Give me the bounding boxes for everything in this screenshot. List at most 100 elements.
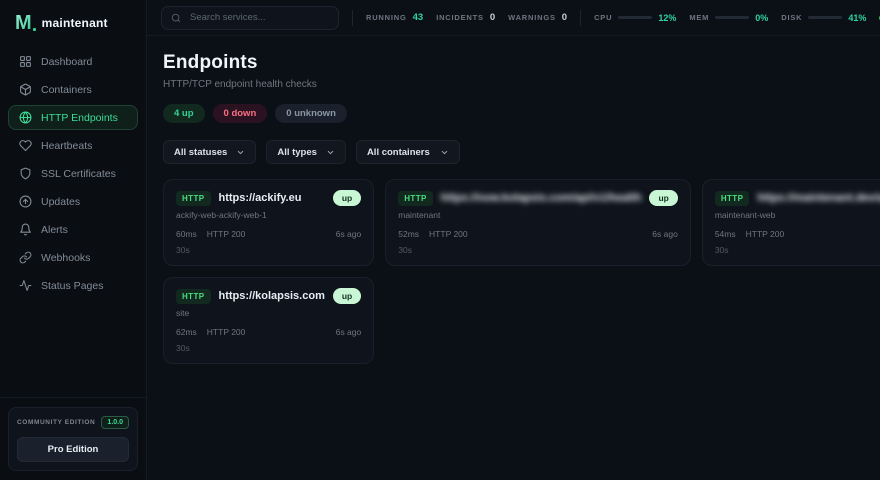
arrow-up-circle-icon <box>19 195 32 208</box>
filters-bar: All statuses All types All containers <box>163 140 864 164</box>
search-icon <box>171 13 181 22</box>
brand-name: maintenant <box>41 16 108 30</box>
sidebar-item-label: Webhooks <box>41 251 91 264</box>
disk-progressbar <box>808 16 843 19</box>
badge-up: 4 up <box>163 104 205 123</box>
resource-disk: DISK 41% <box>781 13 866 23</box>
stat-value: 43 <box>412 12 424 23</box>
stat-label: WARNINGS <box>508 13 556 22</box>
stat-label: RUNNING <box>366 13 407 22</box>
check-interval: 30s <box>176 343 190 353</box>
resource-label: DISK <box>781 13 803 22</box>
shield-icon <box>19 167 32 180</box>
activity-icon <box>19 279 32 292</box>
badge-down: 0 down <box>212 104 268 123</box>
search-input[interactable] <box>188 11 329 24</box>
filter-label: All statuses <box>174 146 228 158</box>
sidebar-item-containers[interactable]: Containers <box>8 77 138 102</box>
stat-value: 0 <box>489 12 496 23</box>
resource-cpu: CPU 12% <box>594 13 676 23</box>
topbar-divider <box>352 9 353 26</box>
version-badge: 1.0.0 <box>101 416 129 429</box>
container-name: maintenant-web <box>714 210 776 220</box>
endpoint-url: https://maintenant.dev/api/health <box>757 192 880 204</box>
chevron-down-icon <box>238 150 244 154</box>
grid-icon <box>19 55 32 68</box>
endpoint-card[interactable]: HTTP https://ackify.eu up ackify-web-ack… <box>163 179 375 266</box>
sidebar: M maintenant Dashboard Containers HTTP E… <box>0 0 147 480</box>
topbar-divider <box>580 9 582 26</box>
resource-label: CPU <box>594 13 613 22</box>
resource-label: MEM <box>689 13 710 22</box>
main-content: Endpoints HTTP/TCP endpoint health check… <box>147 36 880 480</box>
sidebar-item-label: Updates <box>41 195 81 208</box>
protocol-badge: HTTP <box>398 190 433 206</box>
app-logo: M maintenant <box>0 0 146 49</box>
sidebar-item-webhooks[interactable]: Webhooks <box>8 245 138 270</box>
sidebar-item-label: SSL Certificates <box>41 167 116 180</box>
check-interval: 30s <box>398 245 412 255</box>
endpoint-url: https://ackify.eu <box>218 192 302 204</box>
resource-percent: 41% <box>848 12 867 23</box>
endpoint-card[interactable]: HTTP https://kolapsis.com up site 62ms H… <box>163 277 375 364</box>
latency-value: 62ms <box>176 327 197 337</box>
last-check-value: 6s ago <box>335 229 362 239</box>
sidebar-item-label: Dashboard <box>41 55 93 68</box>
http-status-value: HTTP 200 <box>745 229 785 239</box>
status-pill: up <box>649 190 678 206</box>
latency-value: 54ms <box>714 229 736 239</box>
globe-icon <box>19 111 32 124</box>
resource-percent: 0% <box>755 12 769 23</box>
sidebar-item-label: Heartbeats <box>41 139 93 152</box>
protocol-badge: HTTP <box>176 190 211 206</box>
edition-label: COMMUNITY EDITION <box>17 419 96 426</box>
sidebar-item-dashboard[interactable]: Dashboard <box>8 49 138 74</box>
container-name: ackify-web-ackify-web-1 <box>176 210 267 220</box>
sidebar-item-label: HTTP Endpoints <box>41 111 118 124</box>
search-box[interactable] <box>161 5 339 30</box>
filter-label: All types <box>277 146 317 158</box>
stat-incidents: INCIDENTS 0 <box>436 12 495 23</box>
latency-value: 52ms <box>398 229 420 239</box>
sidebar-item-ssl-certificates[interactable]: SSL Certificates <box>8 161 138 186</box>
endpoint-url: https://kolapsis.com <box>218 290 325 302</box>
sidebar-item-http-endpoints[interactable]: HTTP Endpoints <box>8 105 138 130</box>
badge-unknown: 0 unknown <box>275 104 347 123</box>
last-check-value: 6s ago <box>335 327 362 337</box>
filter-types-select[interactable]: All types <box>266 140 346 164</box>
resource-mem: MEM 0% <box>689 13 768 23</box>
stat-warnings: WARNINGS 0 <box>508 12 567 23</box>
sidebar-footer: COMMUNITY EDITION 1.0.0 Pro Edition <box>0 397 146 480</box>
endpoints-grid: HTTP https://ackify.eu up ackify-web-ack… <box>163 179 880 364</box>
http-status-value: HTTP 200 <box>206 229 246 239</box>
mem-progressbar <box>715 16 750 19</box>
logo-dot <box>32 28 36 31</box>
endpoint-card[interactable]: HTTP https://maintenant.dev/api/health u… <box>701 179 880 266</box>
heart-icon <box>19 139 32 152</box>
endpoint-card[interactable]: HTTP https://now.kolapsis.com/api/v1/hea… <box>385 179 691 266</box>
filter-statuses-select[interactable]: All statuses <box>163 140 257 164</box>
container-name: maintenant <box>398 210 441 220</box>
stat-running: RUNNING 43 <box>366 12 423 23</box>
sidebar-item-updates[interactable]: Updates <box>8 189 138 214</box>
filter-label: All containers <box>366 146 430 158</box>
stat-value: 0 <box>561 12 568 23</box>
sidebar-item-status-pages[interactable]: Status Pages <box>8 273 138 298</box>
topbar: RUNNING 43 INCIDENTS 0 WARNINGS 0 CPU 12… <box>147 0 880 36</box>
sidebar-item-label: Status Pages <box>41 279 104 292</box>
page-title: Endpoints <box>163 52 258 73</box>
sidebar-item-heartbeats[interactable]: Heartbeats <box>8 133 138 158</box>
sidebar-nav: Dashboard Containers HTTP Endpoints Hear… <box>0 49 146 298</box>
status-badges: 4 up 0 down 0 unknown <box>163 104 864 123</box>
link-icon <box>19 251 32 264</box>
latency-value: 60ms <box>176 229 197 239</box>
chevron-down-icon <box>327 150 334 154</box>
sidebar-item-label: Alerts <box>41 223 68 236</box>
pro-edition-button[interactable]: Pro Edition <box>17 437 129 462</box>
protocol-badge: HTTP <box>176 288 211 304</box>
status-pill: up <box>332 190 362 206</box>
cpu-progressbar <box>618 16 653 19</box>
sidebar-item-alerts[interactable]: Alerts <box>8 217 138 242</box>
bell-icon <box>19 223 32 236</box>
filter-containers-select[interactable]: All containers <box>355 140 460 164</box>
